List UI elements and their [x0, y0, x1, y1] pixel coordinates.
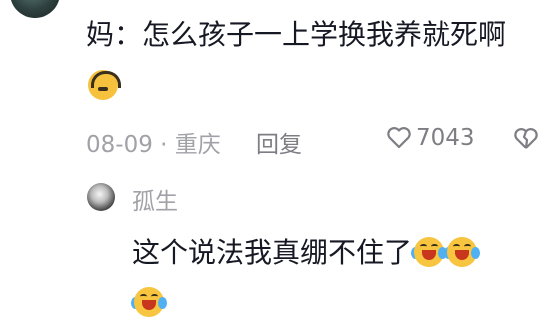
- reply-button[interactable]: 回复: [256, 125, 302, 159]
- laughing-crying-emoji-icon: [131, 287, 167, 317]
- like-count: 7043: [416, 125, 475, 151]
- comment-body: 妈：怎么孩子一上学换我养就死啊: [86, 10, 506, 110]
- laughing-crying-emoji-icon: [411, 237, 448, 267]
- broken-heart-outline-icon[interactable]: [513, 127, 539, 151]
- laughing-crying-emoji-icon: [444, 237, 481, 267]
- reply-author-name[interactable]: 孤生: [132, 182, 178, 216]
- heart-outline-icon: [387, 127, 411, 149]
- comment-meta-row: 08-09 · 重庆 回复 7043: [86, 125, 551, 159]
- reply-author-avatar[interactable]: [87, 183, 115, 211]
- commenter-avatar[interactable]: [10, 0, 60, 18]
- reply-body: 这个说法我真绷不住了: [131, 228, 551, 328]
- like-button[interactable]: 7043: [386, 125, 475, 151]
- headphones-face-emoji-icon: [88, 70, 121, 100]
- comment-text: 妈：怎么孩子一上学换我养就死啊: [86, 18, 507, 51]
- reply-text: 这个说法我真绷不住了: [132, 236, 413, 269]
- comment-date-location: 08-09 · 重庆: [86, 132, 221, 158]
